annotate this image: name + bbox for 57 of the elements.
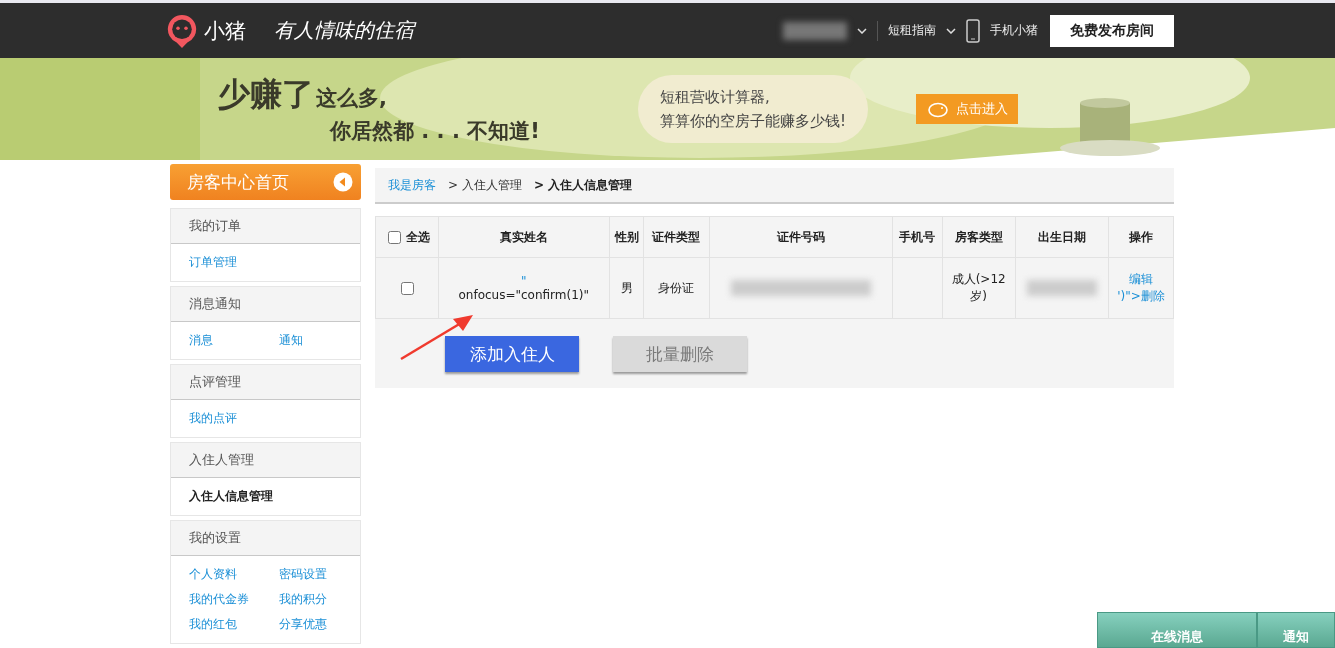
sidebar-link[interactable]: 我的红包 [189, 616, 279, 633]
column-header: 证件类型 [643, 216, 710, 258]
column-header: 手机号 [892, 216, 943, 258]
phone-icon[interactable] [966, 18, 980, 43]
logo-text[interactable]: 小猪 [204, 16, 246, 45]
sidebar-link[interactable]: 通知 [279, 332, 369, 349]
column-header: 出生日期 [1015, 216, 1109, 258]
chat-tab[interactable]: 在线消息 [1097, 612, 1257, 648]
breadcrumb-current: > 入住人信息管理 [533, 176, 633, 194]
sidebar-link[interactable]: 个人资料 [189, 566, 279, 583]
redacted-username [783, 21, 847, 40]
sidebar-link[interactable]: 订单管理 [189, 254, 279, 271]
section-title: 入住人管理 [171, 443, 360, 478]
enter-button[interactable]: 点击进入 [916, 94, 1018, 124]
section-title: 点评管理 [171, 365, 360, 400]
sidebar-link[interactable]: 入住人信息管理 [189, 488, 369, 505]
breadcrumb-link[interactable]: > 入住人管理 [448, 176, 522, 194]
chevron-down-icon[interactable] [946, 27, 956, 34]
section-title: 我的设置 [171, 521, 360, 556]
banner-headline: 少赚了 [218, 75, 314, 113]
column-header: 操作 [1108, 216, 1174, 258]
nav-link[interactable]: 手机小猪 [990, 22, 1038, 39]
bubble-text: 短租营收计算器, [660, 87, 771, 108]
column-header: 证件号码 [709, 216, 893, 258]
sidebar-link[interactable]: 我的代金券 [189, 591, 279, 608]
bubble-text: 算算你的空房子能赚多少钱! [660, 111, 846, 132]
sidebar-link[interactable]: 消息 [189, 332, 279, 349]
action-link[interactable]: ')">删除 [1117, 289, 1165, 303]
guest-center-home-button[interactable]: 房客中心首页 [170, 164, 361, 200]
column-header: 房客类型 [942, 216, 1016, 258]
publish-room-button[interactable]: 免费发布房间 [1050, 14, 1174, 47]
sidebar-link[interactable]: 分享优惠 [279, 616, 369, 633]
column-header: 性别 [609, 216, 644, 258]
table-cell: 身份证 [643, 257, 710, 319]
column-header: 真实姓名 [438, 216, 610, 258]
table-cell: 成人(>12 岁) [942, 257, 1016, 319]
column-header: 全选 [405, 228, 430, 246]
section-title: 我的订单 [171, 209, 360, 244]
redacted-blur [1026, 280, 1097, 296]
banner[interactable]: 少赚了 这么多, 你居然都 . . . 不知道! 短租营收计算器, 算算你的空房子能赚多少钱! 点击进入 [0, 58, 1335, 160]
action-link[interactable]: 编辑 [1129, 272, 1154, 286]
piggy-bank-icon [926, 100, 950, 118]
table-cell: 男 [609, 257, 644, 319]
select-all-checkbox[interactable] [387, 230, 401, 244]
section-title: 消息通知 [171, 287, 360, 322]
nav-link[interactable]: 短租指南 [888, 22, 936, 39]
table-cell: " onfocus="confirm(1)" [438, 257, 610, 319]
breadcrumb-link[interactable]: 我是房客 [388, 176, 436, 194]
sidebar-link[interactable]: 密码设置 [279, 566, 369, 583]
sidebar-link[interactable]: 我的点评 [189, 410, 279, 427]
chat-tab[interactable]: 通知 [1257, 612, 1335, 648]
sidebar-link[interactable]: 我的积分 [279, 591, 369, 608]
chevron-down-icon[interactable] [857, 27, 867, 34]
banner-headline: 你居然都 . . . 不知道! [330, 118, 541, 145]
banner-headline: 这么多, [316, 86, 387, 110]
row-checkbox[interactable] [400, 281, 414, 295]
action-button[interactable]: 添加入住人 [445, 336, 579, 372]
